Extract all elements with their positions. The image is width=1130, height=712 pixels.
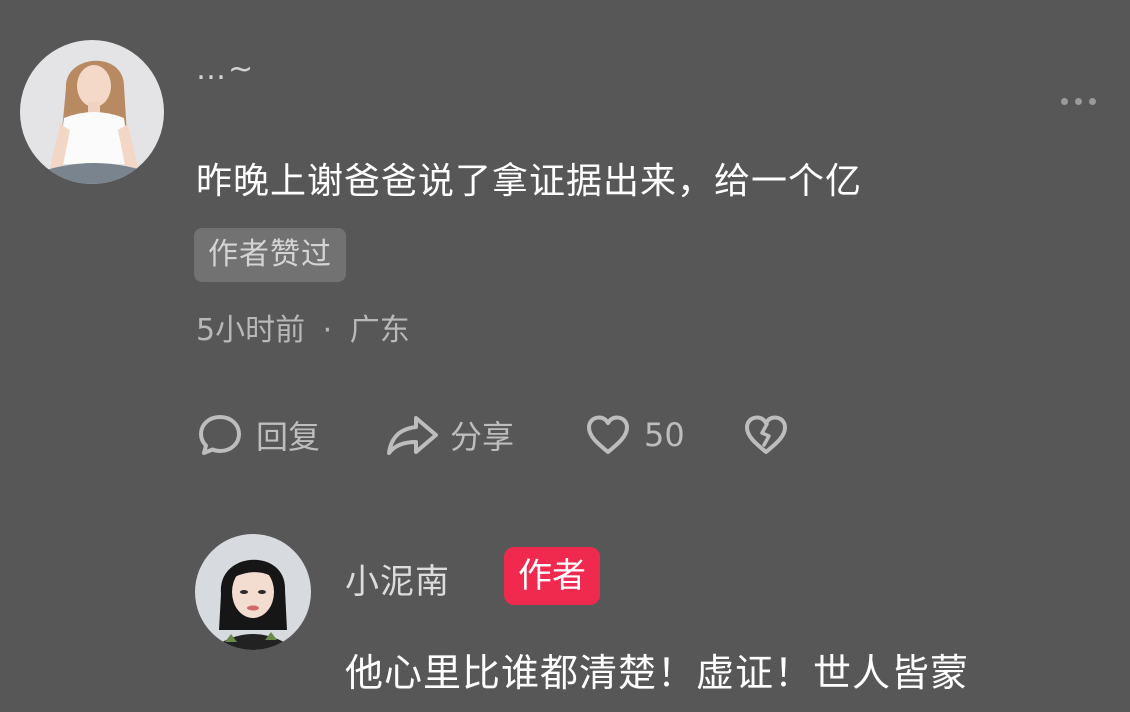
- more-icon[interactable]: [1061, 98, 1096, 105]
- heart-icon: [584, 411, 632, 459]
- reply-label: 回复: [256, 418, 321, 456]
- broken-heart-icon: [742, 411, 790, 459]
- reply-author-avatar[interactable]: [195, 534, 311, 650]
- reply-username[interactable]: 小泥南: [345, 554, 450, 603]
- author-badge: 作者: [504, 547, 600, 605]
- reply-text: 他心里比谁都清楚！虚证！世人皆蒙: [345, 651, 970, 695]
- share-label: 分享: [450, 418, 515, 456]
- reply-button[interactable]: 回复: [196, 411, 320, 459]
- like-count: 50: [644, 416, 685, 454]
- like-button[interactable]: 50: [584, 411, 685, 459]
- dislike-button[interactable]: [742, 411, 790, 459]
- author-liked-badge: 作者赞过: [194, 228, 346, 282]
- comment-time: 5小时前: [196, 313, 306, 348]
- share-button[interactable]: 分享: [384, 411, 514, 459]
- comment-meta: 5小时前 · 广东: [196, 305, 410, 349]
- comment-location: 广东: [349, 313, 410, 348]
- commenter-username[interactable]: …~: [196, 52, 255, 87]
- commenter-avatar[interactable]: [20, 40, 164, 184]
- meta-separator: ·: [322, 313, 333, 348]
- comment-bubble-icon: [196, 411, 244, 459]
- comment-text: 昨晚上谢爸爸说了拿证据出来，给一个亿: [196, 161, 863, 202]
- share-arrow-icon: [384, 411, 440, 459]
